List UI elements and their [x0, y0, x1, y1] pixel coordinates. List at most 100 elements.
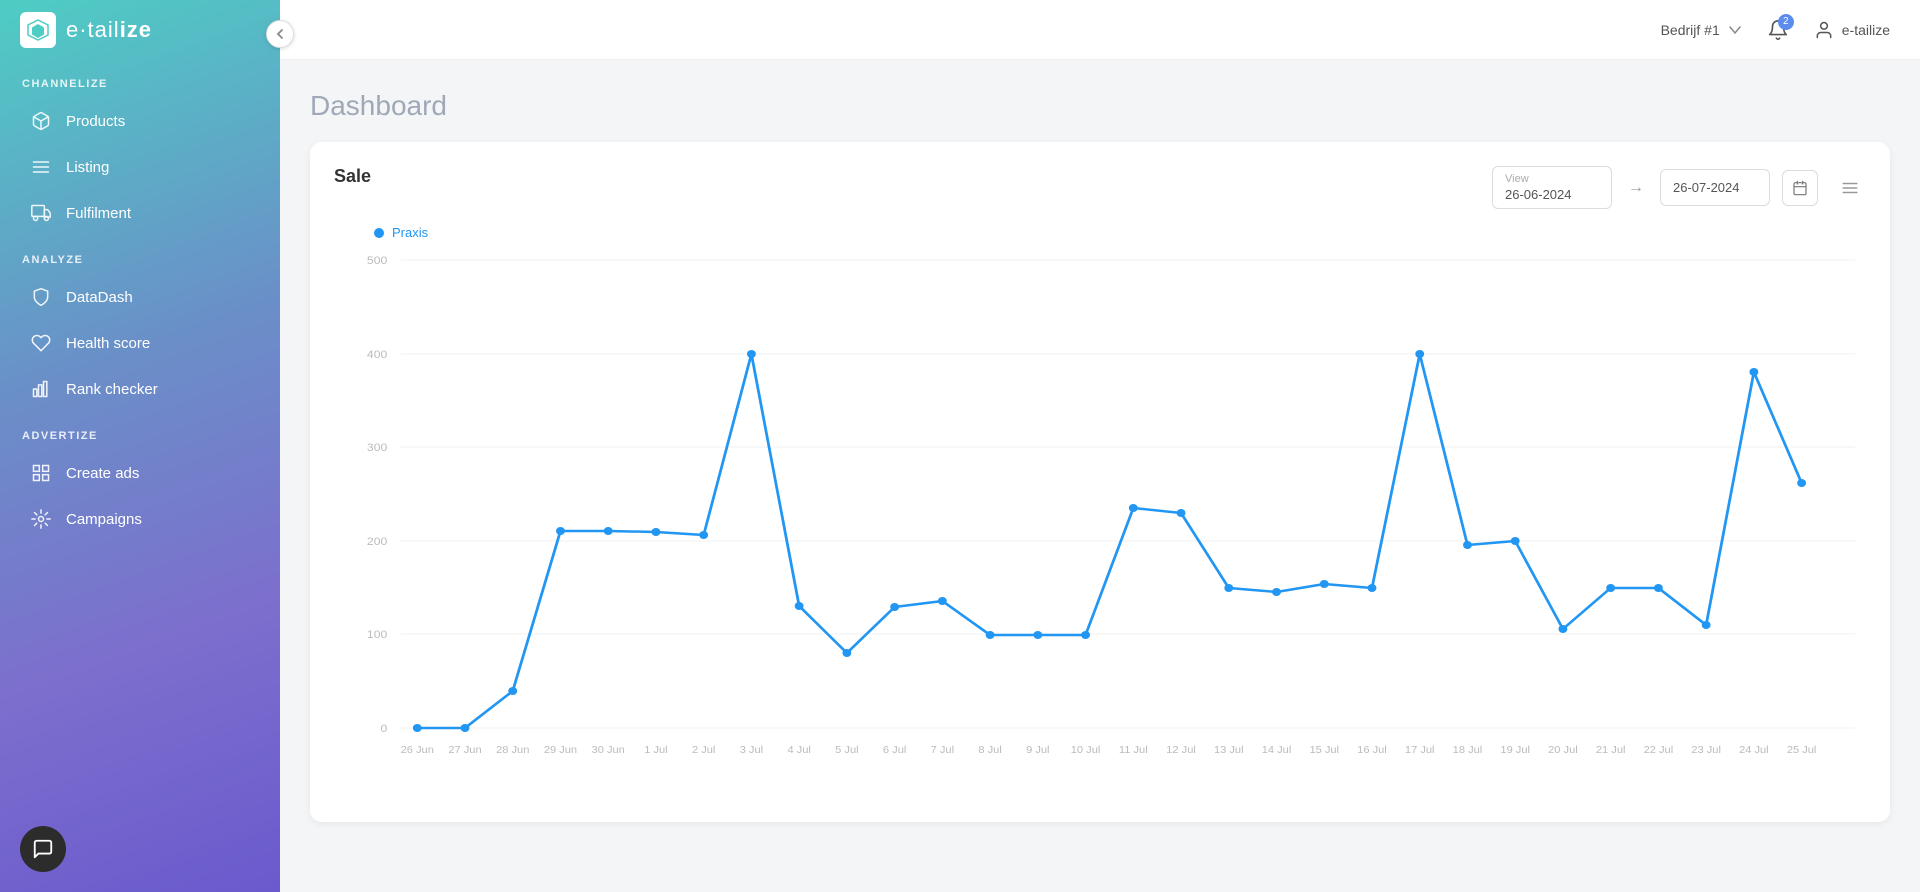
- sidebar-item-fulfilment[interactable]: Fulfilment: [8, 191, 272, 235]
- user-menu[interactable]: e-tailize: [1814, 20, 1890, 40]
- svg-text:6 Jul: 6 Jul: [883, 744, 906, 755]
- svg-text:22 Jul: 22 Jul: [1644, 744, 1674, 755]
- data-point: [413, 724, 422, 732]
- sidebar-logo: e·tailize: [0, 0, 280, 60]
- sidebar-item-datadash[interactable]: DataDash: [8, 275, 272, 319]
- view-label: View: [1505, 173, 1599, 185]
- logo-text: e·tailize: [66, 17, 152, 43]
- chart-menu-button[interactable]: [1834, 172, 1866, 204]
- date-end-box[interactable]: 26-07-2024: [1660, 169, 1770, 206]
- chart-header: Sale View 26-06-2024 → 26-07-2024: [334, 166, 1866, 209]
- data-point: [747, 350, 756, 358]
- data-point: [1797, 479, 1806, 487]
- sidebar-item-create-ads[interactable]: Create ads: [8, 451, 272, 495]
- logo-icon: [20, 12, 56, 48]
- data-point: [890, 603, 899, 611]
- sidebar: e·tailize CHANNELIZE Products Listing Fu…: [0, 0, 280, 892]
- sidebar-item-campaigns-label: Campaigns: [66, 511, 142, 528]
- svg-text:20 Jul: 20 Jul: [1548, 744, 1578, 755]
- section-label-channelize: CHANNELIZE: [0, 60, 280, 98]
- data-point: [842, 649, 851, 657]
- sidebar-item-products[interactable]: Products: [8, 99, 272, 143]
- svg-text:2 Jul: 2 Jul: [692, 744, 715, 755]
- svg-text:200: 200: [367, 536, 387, 548]
- data-point: [1511, 537, 1520, 545]
- sidebar-item-health-score[interactable]: Health score: [8, 321, 272, 365]
- svg-text:1 Jul: 1 Jul: [644, 744, 667, 755]
- svg-text:7 Jul: 7 Jul: [931, 744, 954, 755]
- svg-text:27 Jun: 27 Jun: [448, 744, 481, 755]
- legend-label: Praxis: [392, 225, 428, 240]
- data-point: [1606, 584, 1615, 592]
- svg-text:30 Jun: 30 Jun: [592, 744, 625, 755]
- notifications-bell[interactable]: 2: [1762, 14, 1794, 46]
- chart-title: Sale: [334, 166, 371, 187]
- heart-icon: [30, 332, 52, 354]
- sidebar-item-rank-checker-label: Rank checker: [66, 381, 158, 398]
- svg-text:18 Jul: 18 Jul: [1453, 744, 1483, 755]
- sidebar-collapse-button[interactable]: [266, 20, 294, 48]
- svg-text:28 Jun: 28 Jun: [496, 744, 529, 755]
- truck-icon: [30, 202, 52, 224]
- box-icon: [30, 110, 52, 132]
- data-point: [1320, 580, 1329, 588]
- data-point: [1749, 368, 1758, 376]
- svg-text:13 Jul: 13 Jul: [1214, 744, 1244, 755]
- topbar: Bedrijf #1 2 e-tailize: [280, 0, 1920, 60]
- company-name: Bedrijf #1: [1661, 22, 1720, 38]
- sidebar-item-rank-checker[interactable]: Rank checker: [8, 367, 272, 411]
- date-arrow-icon: →: [1618, 179, 1654, 197]
- page-content: Dashboard Sale View 26-06-2024 → 26-07-2…: [280, 60, 1920, 892]
- chart-container: 0 100 200 300 400 500 26 Jun 27 Jun 28 J…: [334, 248, 1866, 768]
- company-selector[interactable]: Bedrijf #1: [1661, 22, 1742, 38]
- svg-text:100: 100: [367, 629, 387, 641]
- sidebar-item-listing[interactable]: Listing: [8, 145, 272, 189]
- data-point: [1177, 509, 1186, 517]
- svg-text:14 Jul: 14 Jul: [1262, 744, 1292, 755]
- data-point: [1654, 584, 1663, 592]
- main-content: Bedrijf #1 2 e-tailize Dashboard Sale Vi…: [280, 0, 1920, 892]
- legend-dot: [374, 228, 384, 238]
- sidebar-item-fulfilment-label: Fulfilment: [66, 205, 131, 222]
- svg-text:300: 300: [367, 442, 387, 454]
- data-point: [1415, 350, 1424, 358]
- page-title: Dashboard: [310, 90, 1890, 122]
- svg-text:4 Jul: 4 Jul: [787, 744, 810, 755]
- data-point: [604, 527, 613, 535]
- data-point: [1558, 625, 1567, 633]
- data-point: [986, 631, 995, 639]
- data-point: [461, 724, 470, 732]
- chart-card: Sale View 26-06-2024 → 26-07-2024: [310, 142, 1890, 822]
- bar-chart-icon: [30, 378, 52, 400]
- svg-text:21 Jul: 21 Jul: [1596, 744, 1626, 755]
- sidebar-item-datadash-label: DataDash: [66, 289, 133, 306]
- data-point: [938, 597, 947, 605]
- chat-button[interactable]: [20, 826, 66, 872]
- sidebar-item-campaigns[interactable]: Campaigns: [8, 497, 272, 541]
- svg-text:0: 0: [380, 723, 387, 735]
- sidebar-item-listing-label: Listing: [66, 159, 109, 176]
- data-point: [556, 527, 565, 535]
- svg-text:24 Jul: 24 Jul: [1739, 744, 1769, 755]
- data-point: [1368, 584, 1377, 592]
- svg-text:9 Jul: 9 Jul: [1026, 744, 1049, 755]
- sidebar-item-health-score-label: Health score: [66, 335, 150, 352]
- calendar-button[interactable]: [1782, 170, 1818, 206]
- date-start: 26-06-2024: [1505, 187, 1599, 202]
- data-point: [1224, 584, 1233, 592]
- data-point: [1081, 631, 1090, 639]
- data-point: [652, 528, 661, 536]
- data-point: [1129, 504, 1138, 512]
- data-point: [1033, 631, 1042, 639]
- svg-text:17 Jul: 17 Jul: [1405, 744, 1435, 755]
- svg-text:15 Jul: 15 Jul: [1309, 744, 1339, 755]
- date-start-box[interactable]: View 26-06-2024: [1492, 166, 1612, 209]
- sidebar-item-create-ads-label: Create ads: [66, 465, 139, 482]
- data-point: [699, 531, 708, 539]
- data-point: [1463, 541, 1472, 549]
- svg-text:29 Jun: 29 Jun: [544, 744, 577, 755]
- svg-text:16 Jul: 16 Jul: [1357, 744, 1387, 755]
- svg-text:8 Jul: 8 Jul: [978, 744, 1001, 755]
- section-label-analyze: ANALYZE: [0, 236, 280, 274]
- campaigns-icon: [30, 508, 52, 530]
